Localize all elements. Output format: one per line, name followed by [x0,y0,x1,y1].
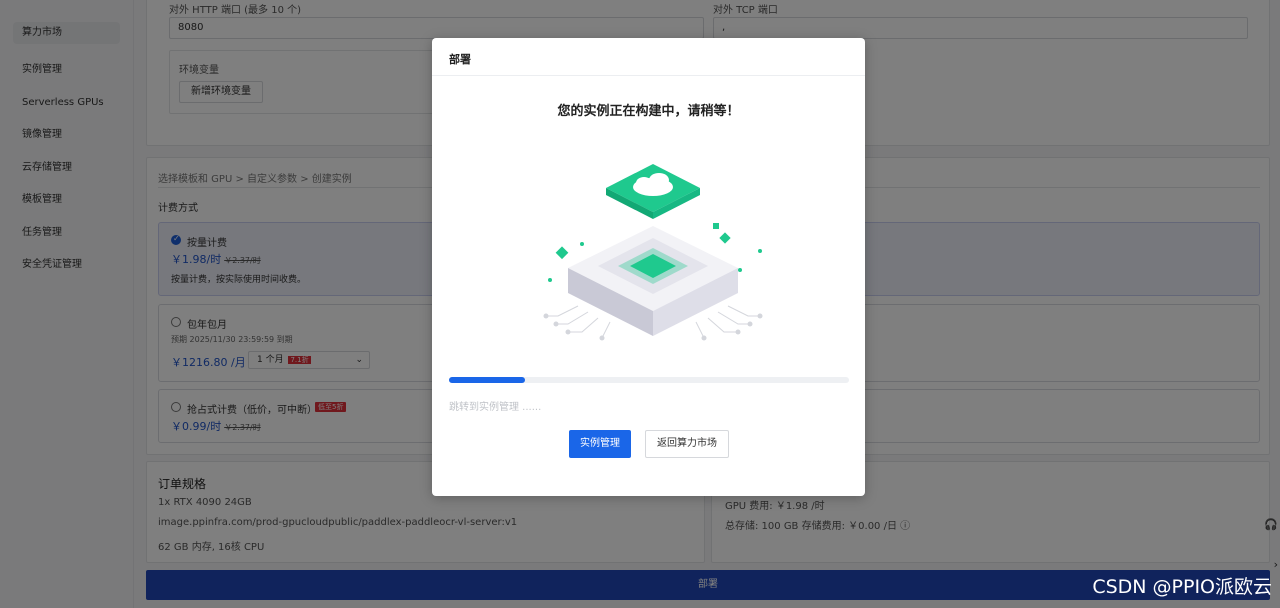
deploy-modal: 部署 您的实例正在构建中，请稍等！ 跳转到实例管理 ...... 实例管理 返回… [432,38,865,496]
watermark: CSDN @PPIO派欧云 [1092,576,1272,598]
modal-message: 您的实例正在构建中，请稍等！ [557,104,740,119]
back-to-market-button[interactable]: 返回算力市场 [645,430,729,458]
server-chip-illustration [543,164,763,341]
modal-title: 部署 [432,38,865,76]
deploy-progress-fill [449,377,525,383]
jump-status-text: 跳转到实例管理 ...... [449,402,542,413]
deploy-progress-bar [449,377,849,383]
instance-management-button[interactable]: 实例管理 [569,430,631,458]
